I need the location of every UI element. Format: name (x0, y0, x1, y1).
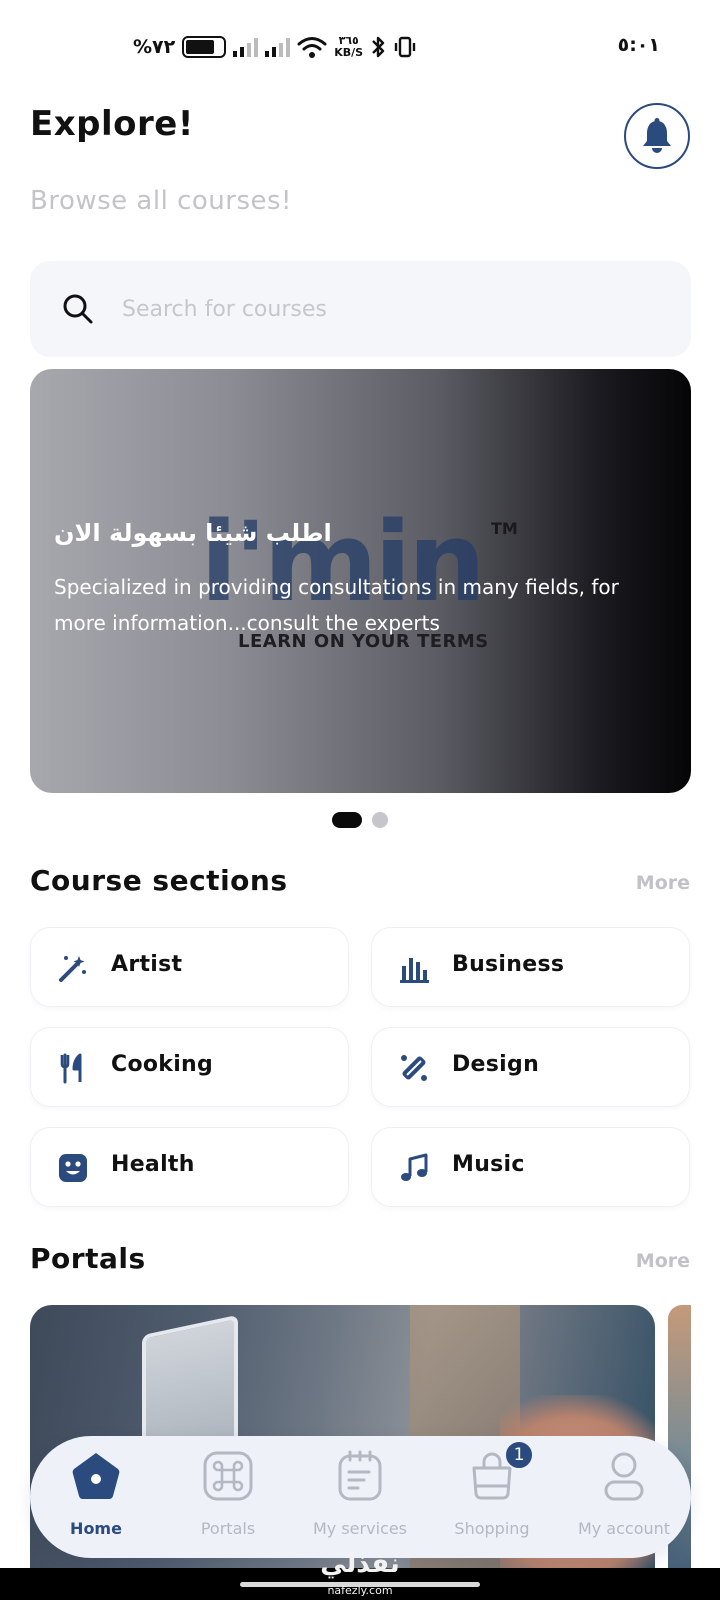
music-note-icon (401, 1153, 428, 1181)
category-label: Cooking (111, 1052, 214, 1077)
nav-item-shopping[interactable]: 1 Shopping (426, 1436, 558, 1558)
search-icon (63, 294, 93, 324)
nav-label: Home (70, 1519, 122, 1538)
page-subtitle: Browse all courses! (30, 186, 292, 216)
command-icon (203, 1451, 253, 1501)
battery-icon (182, 36, 227, 58)
promo-banner[interactable]: i'min TM LEARN ON YOUR TERMS اطلب شيئا ب… (30, 369, 691, 793)
nav-label: Portals (200, 1519, 256, 1538)
notifications-button[interactable] (624, 103, 690, 169)
magic-wand-icon (59, 956, 86, 982)
category-label: Business (452, 952, 565, 977)
cart-count-badge: 1 (504, 1440, 534, 1470)
page-title: Explore! (30, 104, 194, 144)
nav-label: My account (577, 1519, 671, 1538)
nav-label: My services (312, 1519, 407, 1538)
category-card-music[interactable]: Music (371, 1127, 690, 1207)
watermark: نفذلي (320, 1549, 400, 1579)
category-label: Design (452, 1052, 540, 1077)
status-bar: %٧٢ ٣٦٥ KB/S ٥:٠١ (0, 0, 720, 90)
signal-icon-sim2 (265, 37, 291, 57)
nav-item-my-account[interactable]: My account (558, 1436, 690, 1558)
category-label: Health (111, 1152, 195, 1177)
course-sections-title: Course sections (30, 864, 288, 897)
category-card-health[interactable]: Health (30, 1127, 349, 1207)
portals-more-link[interactable]: More (636, 1250, 690, 1272)
category-card-business[interactable]: Business (371, 927, 690, 1007)
user-icon (604, 1452, 644, 1501)
category-card-artist[interactable]: Artist (30, 927, 349, 1007)
signal-icon-sim1 (233, 37, 259, 57)
fork-knife-icon (60, 1053, 82, 1084)
nav-item-home[interactable]: Home (30, 1436, 162, 1558)
nav-item-my-services[interactable]: My services (294, 1436, 426, 1558)
bell-icon (643, 118, 671, 153)
nav-item-portals[interactable]: Portals (162, 1436, 294, 1558)
carousel-dot[interactable] (372, 812, 388, 828)
bottom-navigation: Home Portals My services 1 Shopping My a… (30, 1436, 691, 1558)
category-card-cooking[interactable]: Cooking (30, 1027, 349, 1107)
notepad-icon (338, 1450, 382, 1501)
vibrate-icon (394, 36, 416, 58)
status-time: ٥:٠١ (617, 34, 660, 56)
smiley-face-icon (59, 1154, 87, 1182)
watermark-url: nafezly.com (327, 1584, 393, 1597)
category-label: Artist (111, 952, 183, 977)
course-sections-more-link[interactable]: More (636, 872, 690, 894)
category-card-design[interactable]: Design (371, 1027, 690, 1107)
search-bar[interactable] (30, 261, 691, 357)
nav-label: Shopping (454, 1519, 530, 1538)
portals-title: Portals (30, 1242, 146, 1275)
bluetooth-icon (372, 36, 385, 58)
carousel-indicator (0, 812, 720, 828)
search-input[interactable] (122, 281, 662, 337)
carousel-dot-active[interactable] (332, 812, 362, 828)
category-label: Music (452, 1152, 525, 1177)
status-icons: %٧٢ ٣٦٥ KB/S (133, 34, 417, 60)
network-speed: ٣٦٥ KB/S (334, 34, 364, 59)
battery-percent: %٧٢ (133, 36, 176, 58)
banner-text: Specialized in providing consultations i… (54, 575, 619, 635)
wifi-icon (297, 37, 327, 58)
bar-chart-icon (400, 958, 429, 983)
home-icon (72, 1453, 120, 1499)
design-tools-icon (401, 1055, 427, 1081)
banner-heading: اطلب شيئا بسهولة الان (54, 519, 332, 547)
